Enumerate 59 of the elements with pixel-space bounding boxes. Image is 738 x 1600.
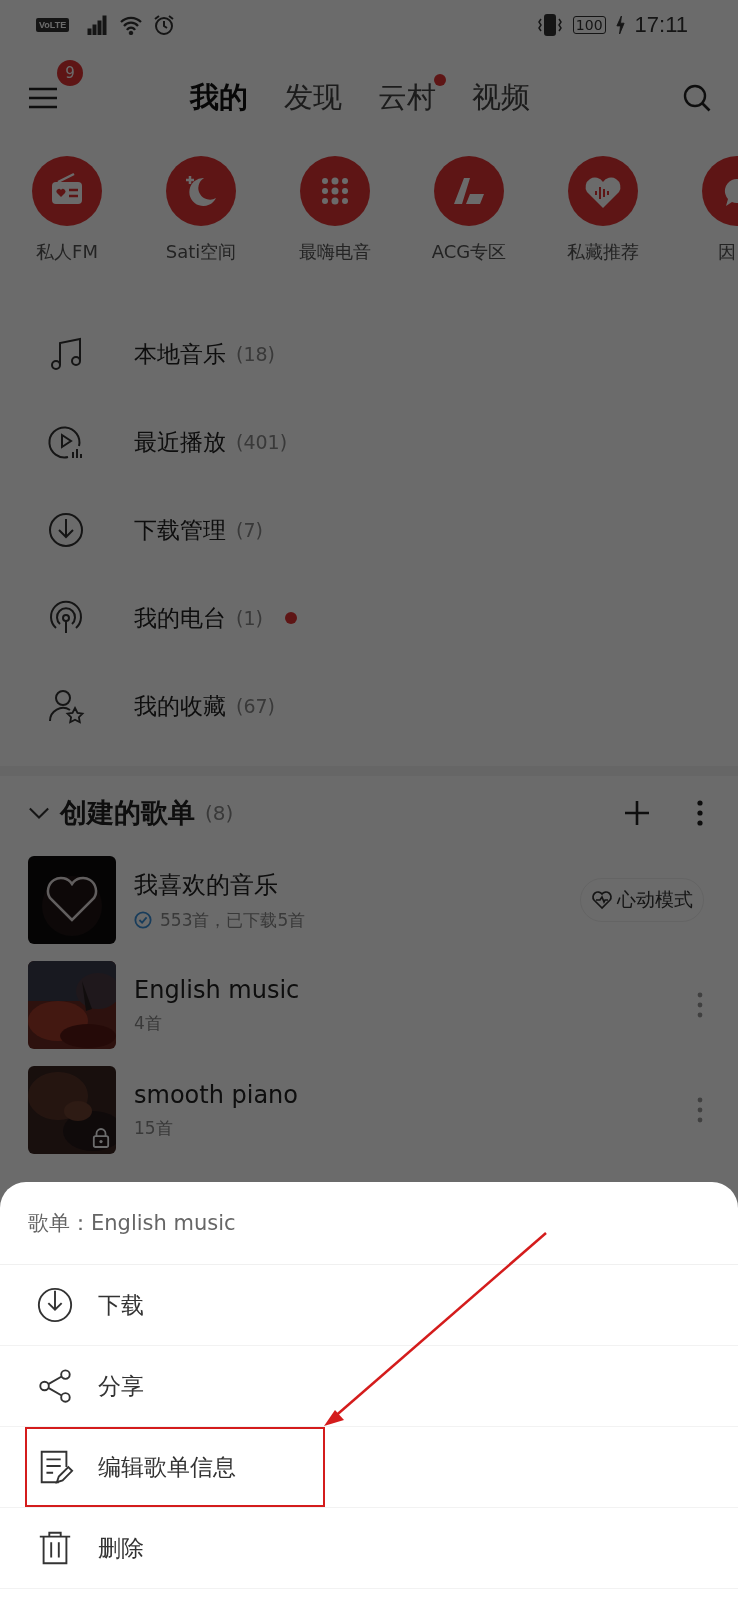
share-icon [36,1367,74,1405]
tab[interactable]: 云村 [378,80,436,114]
shortcut-item[interactable]: ACG专区 [434,156,504,286]
sheet-title: 歌单：English music [0,1182,738,1265]
chevron-icon[interactable] [28,806,50,820]
shortcut-item[interactable]: 私藏推荐 [568,156,638,286]
alarm-icon [153,14,176,36]
option-label: 编辑歌单信息 [98,1452,236,1482]
shortcut-icon [568,156,638,226]
wifi-icon [119,15,144,35]
more-icon[interactable] [696,800,704,826]
search-icon[interactable] [682,83,712,113]
shortcut-label: 最嗨电音 [299,240,371,264]
add-icon[interactable] [624,800,650,826]
shortcut-item[interactable]: 因 [702,156,738,286]
tab[interactable]: 发现 [284,80,342,114]
vibrate-icon [536,14,563,36]
shortcut-icon [434,156,504,226]
library-label: 下载管理 [134,515,226,545]
more-icon[interactable] [696,1097,704,1123]
shortcut-label: Sati空间 [165,240,237,264]
library-label: 我的收藏 [134,691,226,721]
library-label: 最近播放 [134,427,226,457]
tab[interactable]: 视频 [472,80,530,114]
battery-level: 100 [572,16,606,34]
tab[interactable]: 我的 [190,80,248,114]
shortcut-label: 私藏推荐 [567,240,639,264]
shortcut-item[interactable]: Sati空间 [166,156,236,286]
option-label: 分享 [98,1371,144,1401]
shortcut-icon [300,156,370,226]
playlist-title: smooth piano [134,1080,299,1109]
playlist-title: English music [134,975,301,1004]
shortcut-label: 因 [717,240,736,264]
shortcut-item[interactable]: 最嗨电音 [300,156,370,286]
menu-option[interactable]: 下载 [0,1265,738,1346]
option-label: 下载 [98,1290,144,1320]
menu-option[interactable]: 删除 [0,1508,738,1589]
shortcut-icon [32,156,102,226]
clock: 17:11 [634,12,688,38]
heartbeat-icon [591,890,613,910]
option-label: 删除 [98,1533,144,1563]
menu-icon[interactable] [28,86,58,110]
menu-option[interactable]: 编辑歌单信息 [0,1427,738,1508]
library-label: 本地音乐 [134,339,226,369]
notification-badge: 9 [57,60,83,86]
download-icon [46,510,86,550]
volte-badge: VoLTE [36,18,70,32]
more-icon[interactable] [696,992,704,1018]
playlist-title: 我喜欢的音乐 [134,869,279,901]
section-title: 创建的歌单 [60,796,195,830]
charging-icon [615,16,625,34]
heartbeat-mode-button[interactable]: 心动模式 [580,878,704,922]
shortcut-icon [166,156,236,226]
signal-icon [87,15,110,35]
library-label: 我的电台 [134,603,226,633]
shortcut-label: 私人FM [36,240,98,264]
shortcut-label: ACG专区 [431,240,507,264]
download-icon [36,1286,74,1324]
shortcut-item[interactable]: 私人FM [32,156,102,286]
